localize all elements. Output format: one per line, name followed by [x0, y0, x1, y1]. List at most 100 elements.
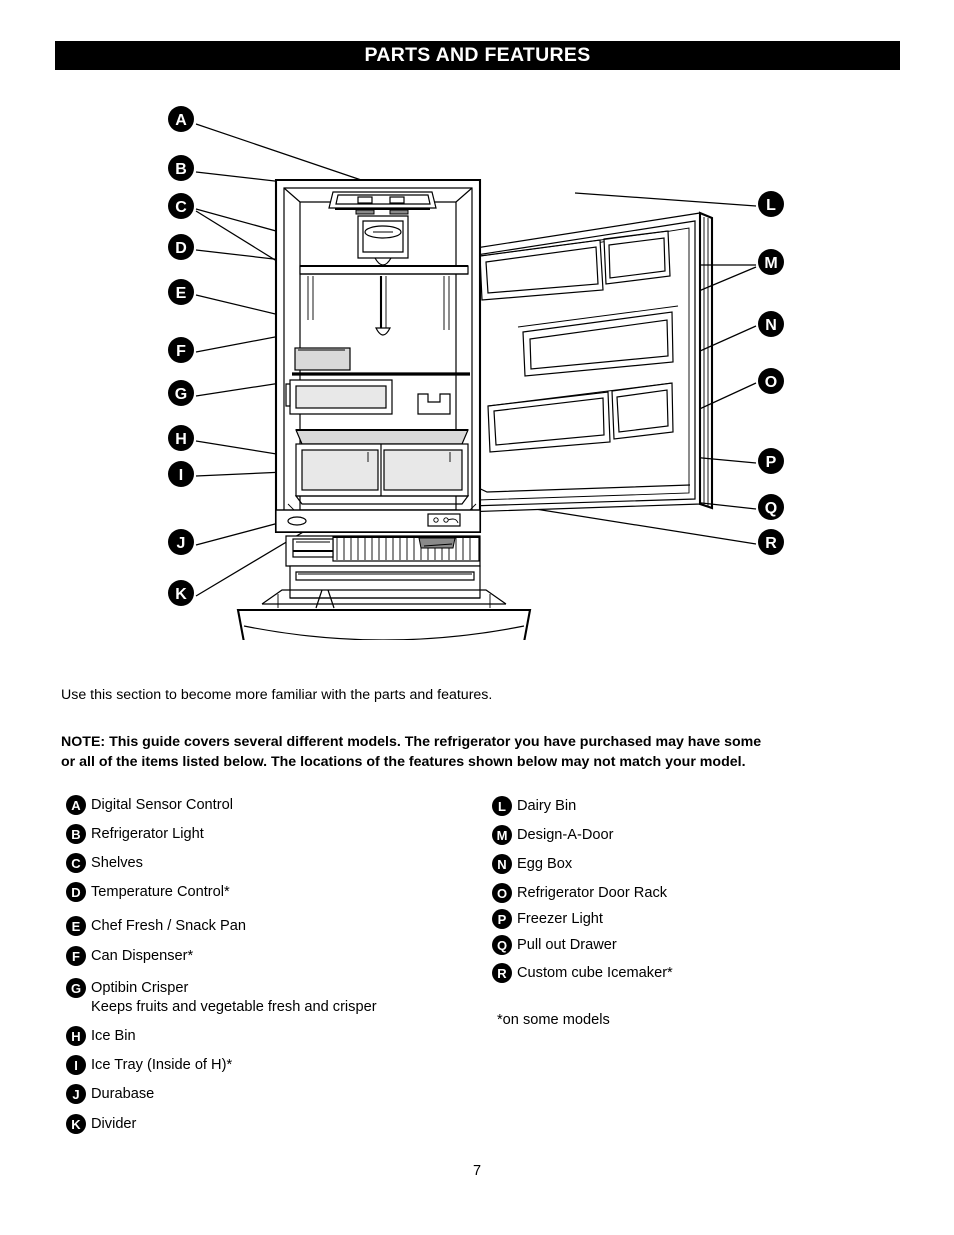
- legend-label-a: Digital Sensor Control: [91, 797, 233, 813]
- callout-R: R: [758, 529, 784, 555]
- legend-footnote: *on some models: [497, 1012, 610, 1028]
- svg-text:P: P: [766, 454, 777, 471]
- svg-text:F: F: [176, 343, 186, 360]
- note-line-2: or all of the items listed below. The lo…: [61, 753, 746, 770]
- callout-B: B: [168, 155, 194, 181]
- svg-text:E: E: [176, 285, 187, 302]
- svg-text:D: D: [175, 240, 187, 257]
- legend-column-right: L Dairy Bin M Design-A-Door N Egg Box O Refrige…: [492, 796, 912, 983]
- callout-O: O: [758, 368, 784, 394]
- legend-item-k: K Divider: [66, 1114, 486, 1134]
- svg-text:B: B: [175, 161, 187, 178]
- svg-text:M: M: [764, 255, 777, 272]
- svg-text:Q: Q: [765, 500, 777, 517]
- legend-item-i: I Ice Tray (Inside of H)*: [66, 1055, 486, 1075]
- legend-label-r: Custom cube Icemaker*: [517, 965, 673, 981]
- callout-A: A: [168, 106, 194, 132]
- note-line-1: NOTE: This guide covers several differen…: [61, 734, 762, 750]
- callout-H: H: [168, 425, 194, 451]
- callout-Q: Q: [758, 494, 784, 520]
- legend-label-l: Dairy Bin: [517, 798, 577, 814]
- legend-label-o: Refrigerator Door Rack: [517, 885, 668, 901]
- legend-item-r: R Custom cube Icemaker*: [492, 963, 912, 983]
- callout-M: M: [758, 249, 784, 275]
- legend-item-h: H Ice Bin: [66, 1026, 486, 1046]
- callout-G: G: [168, 380, 194, 406]
- legend-item-l: L Dairy Bin: [492, 796, 912, 816]
- legend-item-p: P Freezer Light: [492, 909, 912, 929]
- callout-K: K: [168, 580, 194, 606]
- legend-label-j: Durabase: [91, 1086, 155, 1102]
- freezer-section: [236, 535, 532, 640]
- legend-item-b: B Refrigerator Light: [66, 824, 486, 844]
- page-number: 7: [472, 1163, 482, 1179]
- legend-badge-d: D: [66, 882, 86, 902]
- legend-badge-f: F: [66, 946, 86, 966]
- svg-text:C: C: [175, 199, 187, 216]
- page-title: PARTS AND FEATURES: [364, 44, 591, 66]
- legend-badge-n: N: [492, 854, 512, 874]
- legend-badge-p: P: [492, 909, 512, 929]
- legend-badge-k: K: [66, 1114, 86, 1134]
- callout-N: N: [758, 311, 784, 337]
- legend-item-a: A Digital Sensor Control: [66, 795, 486, 815]
- legend-badge-r: R: [492, 963, 512, 983]
- legend-badge-q: Q: [492, 935, 512, 955]
- legend-badge-g: G: [66, 978, 86, 998]
- legend-badge-i: I: [66, 1055, 86, 1075]
- callout-I: I: [168, 461, 194, 487]
- callout-C: C: [168, 193, 194, 219]
- legend-item-c: C Shelves: [66, 853, 486, 873]
- legend-label-e: Chef Fresh / Snack Pan: [91, 918, 246, 934]
- legend-label-h: Ice Bin: [91, 1028, 136, 1044]
- svg-text:H: H: [175, 431, 187, 448]
- legend-label-f: Can Dispenser*: [91, 948, 194, 964]
- callout-D: D: [168, 234, 194, 260]
- svg-text:G: G: [175, 386, 187, 403]
- section-header-banner: PARTS AND FEATURES: [55, 41, 900, 70]
- refrigerator-door-assembly: [462, 211, 714, 513]
- legend-item-m: M Design-A-Door: [492, 825, 912, 845]
- legend-badge-c: C: [66, 853, 86, 873]
- refrigerator-cabinet: [274, 178, 482, 534]
- callout-E: E: [168, 279, 194, 305]
- svg-text:O: O: [765, 374, 777, 391]
- legend-item-g: G Optibin Crisper: [66, 978, 486, 998]
- legend-label-p: Freezer Light: [517, 911, 603, 927]
- callout-F: F: [168, 337, 194, 363]
- legend-item-f: F Can Dispenser*: [66, 946, 486, 966]
- svg-text:K: K: [175, 586, 187, 603]
- legend-badge-h: H: [66, 1026, 86, 1046]
- legend-item-j: J Durabase: [66, 1084, 486, 1104]
- legend-label-i: Ice Tray (Inside of H)*: [91, 1057, 233, 1073]
- legend-badge-l: L: [492, 796, 512, 816]
- svg-text:A: A: [175, 112, 187, 129]
- legend-badge-o: O: [492, 883, 512, 903]
- svg-text:L: L: [766, 197, 776, 214]
- callout-L: L: [758, 191, 784, 217]
- legend-label-c: Shelves: [91, 855, 143, 871]
- legend-label-k: Divider: [91, 1116, 137, 1132]
- legend-label-d: Temperature Control*: [91, 884, 230, 900]
- intro-paragraph: Use this section to become more familiar…: [61, 687, 493, 703]
- legend-label-q: Pull out Drawer: [517, 937, 617, 953]
- svg-text:N: N: [765, 317, 777, 334]
- legend-item-n: N Egg Box: [492, 854, 912, 874]
- legend-badge-e: E: [66, 916, 86, 936]
- callout-J: J: [168, 529, 194, 555]
- legend-item-o: O Refrigerator Door Rack: [492, 883, 912, 903]
- note-paragraph: NOTE: This guide covers several differen…: [61, 733, 851, 772]
- legend-badge-m: M: [492, 825, 512, 845]
- legend-badge-b: B: [66, 824, 86, 844]
- svg-text:R: R: [765, 535, 777, 552]
- legend-badge-j: J: [66, 1084, 86, 1104]
- legend-sublabel-g: Keeps fruits and vegetable fresh and cri…: [91, 999, 377, 1015]
- legend-item-q: Q Pull out Drawer: [492, 935, 912, 955]
- svg-text:J: J: [177, 535, 186, 552]
- legend-badge-a: A: [66, 795, 86, 815]
- legend-label-b: Refrigerator Light: [91, 826, 204, 842]
- legend-item-d: D Temperature Control*: [66, 882, 486, 902]
- refrigerator-parts-diagram: A B C D E F G H I J K L M N O P Q R: [0, 80, 954, 640]
- legend-label-g: Optibin Crisper: [91, 980, 189, 996]
- svg-text:I: I: [179, 467, 183, 484]
